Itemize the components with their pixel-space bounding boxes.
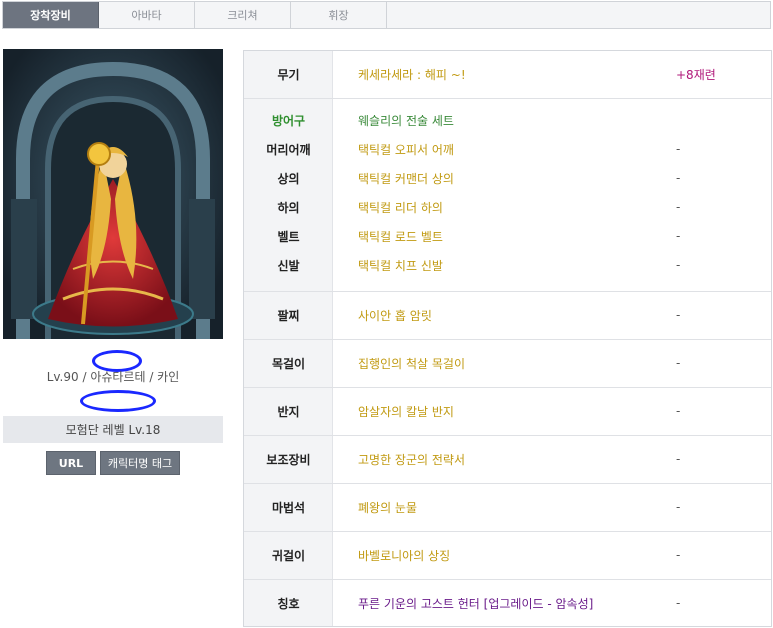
- slot-label: 상의: [277, 171, 300, 186]
- reinforce-value: -: [676, 500, 681, 514]
- item-name[interactable]: 푸른 기운의 고스트 헌터 [업그레이드 - 암속성]: [358, 595, 593, 612]
- redaction-scribble: [80, 390, 156, 412]
- equipment-table: 무기 케세라세라 : 해피 ~! +8재련 방어구 웨슬리의 전술 세트 머리어…: [243, 50, 772, 627]
- equipment-row[interactable]: 목걸이 집행인의 척살 목걸이 -: [244, 352, 771, 374]
- item-name[interactable]: 사이안 홉 암릿: [358, 307, 432, 324]
- slot-label: 팔찌: [277, 308, 300, 323]
- accessory-group: 보조장비 고명한 장군의 전략서 -: [244, 436, 771, 484]
- equipment-row[interactable]: 반지 암살자의 칼날 반지 -: [244, 400, 771, 422]
- equipment-row[interactable]: 벨트 택틱컬 로드 벨트 -: [244, 225, 771, 247]
- equipment-row[interactable]: 보조장비 고명한 장군의 전략서 -: [244, 448, 771, 470]
- item-name[interactable]: 집행인의 척살 목걸이: [358, 355, 465, 372]
- accessory-group: 칭호 푸른 기운의 고스트 헌터 [업그레이드 - 암속성] -: [244, 580, 771, 626]
- accessory-group: 귀걸이 바벨로니아의 상징 -: [244, 532, 771, 580]
- slot-label: 하의: [277, 200, 300, 215]
- reinforce-value: -: [676, 404, 681, 418]
- armor-set-row: 방어구 웨슬리의 전술 세트: [244, 109, 771, 131]
- set-name[interactable]: 웨슬리의 전술 세트: [358, 112, 454, 129]
- adventure-level-label: 모험단 레벨 Lv.18: [65, 423, 161, 437]
- character-name-tag-button[interactable]: 캐릭터명 태그: [100, 451, 180, 475]
- equipment-row[interactable]: 마법석 폐왕의 눈물 -: [244, 496, 771, 518]
- slot-label: 벨트: [277, 229, 300, 244]
- reinforce-value: -: [676, 548, 681, 562]
- character-level-line: Lv.90 / 아슈타르테 / 카인: [46, 370, 180, 384]
- equipment-row[interactable]: 팔찌 사이안 홉 암릿 -: [244, 304, 771, 326]
- url-button[interactable]: URL: [46, 451, 96, 475]
- tab-equipment[interactable]: 장착장비: [3, 2, 99, 28]
- slot-label: 귀걸이: [271, 548, 306, 563]
- equipment-row[interactable]: 신발 택틱컬 치프 신발 -: [244, 254, 771, 276]
- reinforce-value: -: [676, 200, 681, 214]
- tab-emblem[interactable]: 휘장: [291, 2, 387, 28]
- item-name[interactable]: 고명한 장군의 전략서: [358, 451, 465, 468]
- equipment-row[interactable]: 칭호 푸른 기운의 고스트 헌터 [업그레이드 - 암속성] -: [244, 592, 771, 614]
- slot-label: 무기: [277, 67, 300, 82]
- item-name[interactable]: 케세라세라 : 해피 ~!: [358, 66, 466, 83]
- slot-label: 신발: [277, 258, 300, 273]
- slot-label: 목걸이: [271, 356, 306, 371]
- slot-label: 방어구: [271, 113, 306, 128]
- slot-label: 반지: [277, 404, 300, 419]
- item-name[interactable]: 폐왕의 눈물: [358, 499, 417, 516]
- reinforce-value: -: [676, 308, 681, 322]
- tab-avatar[interactable]: 아바타: [99, 2, 195, 28]
- equipment-row[interactable]: 머리어깨 택틱컬 오피서 어깨 -: [244, 138, 771, 160]
- reinforce-value: -: [676, 229, 681, 243]
- accessory-group: 팔찌 사이안 홉 암릿 -: [244, 292, 771, 340]
- tab-creature[interactable]: 크리쳐: [195, 2, 291, 28]
- reinforce-value: -: [676, 142, 681, 156]
- accessory-group: 마법석 폐왕의 눈물 -: [244, 484, 771, 532]
- slot-label: 머리어깨: [266, 142, 311, 157]
- item-name[interactable]: 택틱컬 오피서 어깨: [358, 141, 454, 158]
- reinforce-value: -: [676, 596, 681, 610]
- equipment-row[interactable]: 무기 케세라세라 : 해피 ~! +8재련: [244, 63, 771, 85]
- adventure-level-bar: 모험단 레벨 Lv.18: [3, 416, 223, 443]
- character-portrait: [3, 49, 223, 339]
- equipment-row[interactable]: 귀걸이 바벨로니아의 상징 -: [244, 544, 771, 566]
- item-name[interactable]: 택틱컬 로드 벨트: [358, 228, 443, 245]
- item-name[interactable]: 택틱컬 치프 신발: [358, 257, 443, 274]
- item-name[interactable]: 암살자의 칼날 반지: [358, 403, 454, 420]
- reinforce-value: -: [676, 258, 681, 272]
- reinforce-value: -: [676, 171, 681, 185]
- armor-group: 방어구 웨슬리의 전술 세트 머리어깨 택틱컬 오피서 어깨 - 상의 택틱컬 …: [244, 99, 771, 292]
- slot-label: 보조장비: [266, 452, 311, 467]
- reinforce-value: -: [676, 356, 681, 370]
- equipment-tabs: 장착장비 아바타 크리쳐 휘장: [2, 1, 771, 29]
- equipment-row[interactable]: 상의 택틱컬 커맨더 상의 -: [244, 167, 771, 189]
- weapon-group: 무기 케세라세라 : 해피 ~! +8재련: [244, 51, 771, 99]
- reinforce-value: +8재련: [676, 67, 716, 82]
- item-name[interactable]: 바벨로니아의 상징: [358, 547, 450, 564]
- accessory-group: 목걸이 집행인의 척살 목걸이 -: [244, 340, 771, 388]
- reinforce-value: -: [676, 452, 681, 466]
- equipment-row[interactable]: 하의 택틱컬 리더 하의 -: [244, 196, 771, 218]
- accessory-group: 반지 암살자의 칼날 반지 -: [244, 388, 771, 436]
- slot-label: 칭호: [277, 596, 300, 611]
- item-name[interactable]: 택틱컬 리더 하의: [358, 199, 443, 216]
- item-name[interactable]: 택틱컬 커맨더 상의: [358, 170, 454, 187]
- slot-label: 마법석: [271, 500, 306, 515]
